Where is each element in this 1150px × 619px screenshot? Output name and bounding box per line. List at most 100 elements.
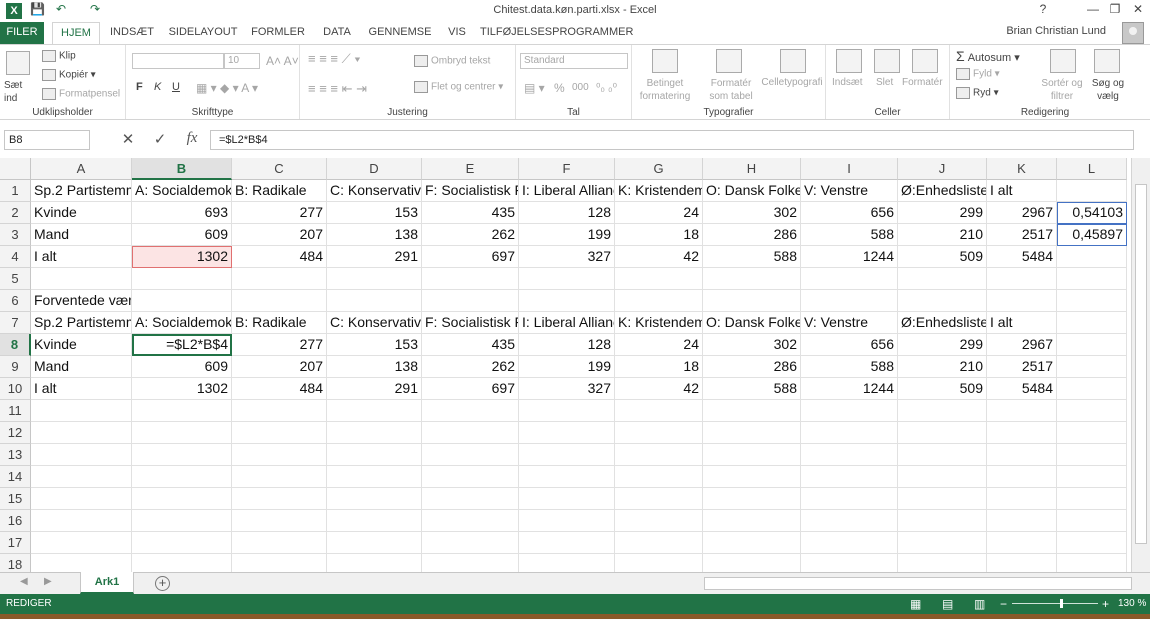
cell-l16[interactable] <box>1057 510 1127 532</box>
cell-f4[interactable]: 327 <box>519 246 615 268</box>
cell-b8[interactable]: =$L2*B$4 <box>132 334 232 356</box>
cell-k5[interactable] <box>987 268 1057 290</box>
cell-c18[interactable] <box>232 554 327 572</box>
cell-j9[interactable]: 210 <box>898 356 987 378</box>
cell-k17[interactable] <box>987 532 1057 554</box>
cell-e9[interactable]: 262 <box>422 356 519 378</box>
row-header-4[interactable]: 4 <box>0 246 31 268</box>
cell-a5[interactable] <box>31 268 132 290</box>
tab-review[interactable]: GENNEMSE <box>366 22 434 44</box>
cell-k18[interactable] <box>987 554 1057 572</box>
bold-button[interactable]: F <box>136 81 143 93</box>
column-header-f[interactable]: F <box>519 158 615 180</box>
cancel-icon[interactable]: ✕ <box>116 130 140 148</box>
conditional-format-icon[interactable] <box>652 49 678 73</box>
cell-j16[interactable] <box>898 510 987 532</box>
row-header-17[interactable]: 17 <box>0 532 31 554</box>
cell-d18[interactable] <box>327 554 422 572</box>
cell-i1[interactable]: V: Venstre <box>801 180 898 202</box>
cell-a16[interactable] <box>31 510 132 532</box>
tab-insert[interactable]: INDSÆT <box>106 22 158 44</box>
cell-c10[interactable]: 484 <box>232 378 327 400</box>
cell-l9[interactable] <box>1057 356 1127 378</box>
cell-f15[interactable] <box>519 488 615 510</box>
cell-j17[interactable] <box>898 532 987 554</box>
row-header-2[interactable]: 2 <box>0 202 31 224</box>
cell-h3[interactable]: 286 <box>703 224 801 246</box>
autosum-button[interactable]: Σ Autosum ▾ <box>956 48 1020 64</box>
cell-k12[interactable] <box>987 422 1057 444</box>
column-header-i[interactable]: I <box>801 158 898 180</box>
delete-cells-button[interactable]: Slet <box>876 77 893 88</box>
cell-i4[interactable]: 1244 <box>801 246 898 268</box>
cell-e18[interactable] <box>422 554 519 572</box>
paste-button[interactable]: Sæt ind <box>4 79 34 105</box>
cell-f18[interactable] <box>519 554 615 572</box>
cell-f6[interactable] <box>519 290 615 312</box>
cell-a17[interactable] <box>31 532 132 554</box>
find-select-icon[interactable] <box>1094 49 1120 73</box>
cell-a13[interactable] <box>31 444 132 466</box>
cell-f13[interactable] <box>519 444 615 466</box>
cell-j2[interactable]: 299 <box>898 202 987 224</box>
conditional-format-button[interactable]: Betinget formatering <box>634 77 696 103</box>
cell-l11[interactable] <box>1057 400 1127 422</box>
cell-i9[interactable]: 588 <box>801 356 898 378</box>
row-header-5[interactable]: 5 <box>0 268 31 290</box>
cell-l13[interactable] <box>1057 444 1127 466</box>
cell-j1[interactable]: Ø:Enhedslisten <box>898 180 987 202</box>
cell-k15[interactable] <box>987 488 1057 510</box>
cell-d12[interactable] <box>327 422 422 444</box>
cell-g14[interactable] <box>615 466 703 488</box>
cell-k9[interactable]: 2517 <box>987 356 1057 378</box>
cell-h7[interactable]: O: Dansk Folkeparti <box>703 312 801 334</box>
name-box[interactable]: B8 <box>4 130 90 150</box>
cell-f3[interactable]: 199 <box>519 224 615 246</box>
cell-g7[interactable]: K: Kristendemokraterne <box>615 312 703 334</box>
currency-icon[interactable]: ▤ ▾ <box>524 81 545 95</box>
cell-k1[interactable]: I alt <box>987 180 1057 202</box>
cell-e17[interactable] <box>422 532 519 554</box>
cell-c2[interactable]: 277 <box>232 202 327 224</box>
cell-h9[interactable]: 286 <box>703 356 801 378</box>
cell-l14[interactable] <box>1057 466 1127 488</box>
insert-function-icon[interactable]: fx <box>180 130 204 147</box>
restore-button[interactable]: ❐ <box>1104 2 1126 16</box>
cell-k6[interactable] <box>987 290 1057 312</box>
cell-c13[interactable] <box>232 444 327 466</box>
cell-b5[interactable] <box>132 268 232 290</box>
cell-b16[interactable] <box>132 510 232 532</box>
align-top-icon[interactable]: ≡ ≡ ≡ ⟋ ▾ <box>308 51 361 67</box>
cell-d14[interactable] <box>327 466 422 488</box>
cell-d7[interactable]: C: Konservative <box>327 312 422 334</box>
cell-g15[interactable] <box>615 488 703 510</box>
format-cells-button[interactable]: Formatér <box>902 77 943 88</box>
cell-d8[interactable]: 153 <box>327 334 422 356</box>
find-select-button[interactable]: Søg og vælg <box>1088 77 1128 103</box>
cell-b2[interactable]: 693 <box>132 202 232 224</box>
cell-c16[interactable] <box>232 510 327 532</box>
cell-c17[interactable] <box>232 532 327 554</box>
column-header-g[interactable]: G <box>615 158 703 180</box>
help-button[interactable]: ? <box>1032 2 1054 16</box>
cell-k14[interactable] <box>987 466 1057 488</box>
row-header-16[interactable]: 16 <box>0 510 31 532</box>
cell-e10[interactable]: 697 <box>422 378 519 400</box>
row-header-6[interactable]: 6 <box>0 290 31 312</box>
cell-f5[interactable] <box>519 268 615 290</box>
sort-filter-button[interactable]: Sortér og filtrer <box>1040 77 1084 103</box>
row-header-10[interactable]: 10 <box>0 378 31 400</box>
decimal-icon[interactable]: ⁰₀ ₀⁰ <box>596 81 617 94</box>
cell-d16[interactable] <box>327 510 422 532</box>
cell-h2[interactable]: 302 <box>703 202 801 224</box>
cell-j4[interactable]: 509 <box>898 246 987 268</box>
add-sheet-icon[interactable]: + <box>155 576 170 591</box>
cell-h15[interactable] <box>703 488 801 510</box>
cell-c5[interactable] <box>232 268 327 290</box>
cell-e7[interactable]: F: Socialistisk Folkeparti <box>422 312 519 334</box>
cell-j5[interactable] <box>898 268 987 290</box>
tab-addins[interactable]: TILFØJELSESPROGRAMMER <box>480 22 633 44</box>
cell-f1[interactable]: I: Liberal Alliance <box>519 180 615 202</box>
row-header-18[interactable]: 18 <box>0 554 31 572</box>
insert-cells-icon[interactable] <box>836 49 862 73</box>
